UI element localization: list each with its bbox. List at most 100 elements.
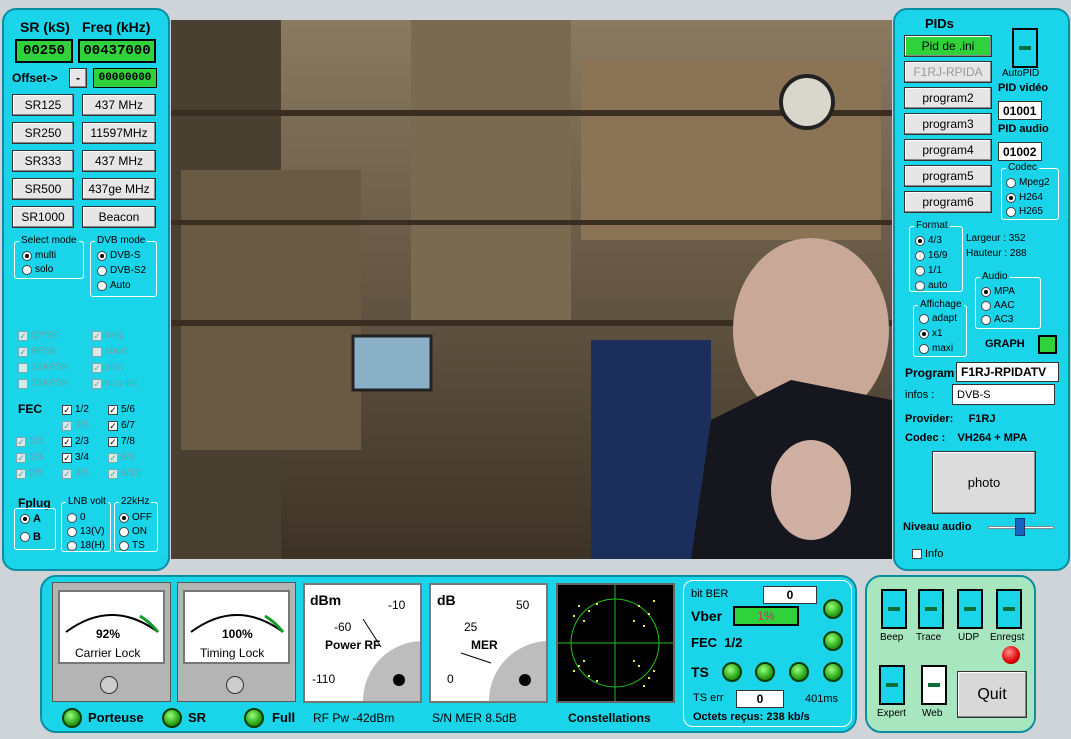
sr125-button[interactable]: SR125 [12, 94, 74, 116]
22khz-off[interactable]: OFF [119, 512, 152, 523]
fplug-a[interactable]: A [20, 513, 41, 525]
frame-long[interactable]: ✓ long [92, 330, 124, 341]
program-label: Program [905, 366, 955, 380]
dvb-mode-auto[interactable]: Auto [97, 280, 131, 291]
pid-video-input[interactable]: 01001 [998, 101, 1042, 120]
pid-audio-input[interactable]: 01002 [998, 142, 1042, 161]
fec-2-5[interactable]: ✓ 2/5 [16, 468, 43, 479]
expert-label: Expert [877, 708, 906, 719]
beacon-button[interactable]: Beacon [82, 206, 156, 228]
fec-4-5[interactable]: ✓ 4/5 [62, 468, 89, 479]
sr333-button[interactable]: SR333 [12, 150, 74, 172]
fec-1-3[interactable]: ✓ 1/3 [16, 452, 43, 463]
frame-short[interactable]: short [92, 346, 127, 357]
audio-ac3[interactable]: AC3 [981, 314, 1013, 325]
fplug-b[interactable]: B [20, 531, 41, 543]
lnb-0[interactable]: 0 [67, 512, 86, 523]
format-1-1[interactable]: 1/1 [915, 265, 942, 276]
codec-mpeg2[interactable]: Mpeg2 [1006, 177, 1050, 188]
timing-knob-icon[interactable] [226, 676, 244, 694]
mod-32apsk[interactable]: 32APSK [18, 378, 69, 389]
pid-audio-label: PID audio [998, 123, 1049, 135]
infos-input[interactable]: DVB-S [952, 384, 1055, 405]
format-16-9[interactable]: 16/9 [915, 250, 947, 261]
freq-preset-4-button[interactable]: 437ge MHz [82, 178, 156, 200]
power-unit: dBm [310, 592, 342, 608]
f1rj-rpida-button[interactable]: F1RJ-RPIDA [904, 61, 992, 83]
beep-toggle[interactable] [881, 589, 907, 629]
sr1000-button[interactable]: SR1000 [12, 206, 74, 228]
offset-display[interactable]: 00000000 [93, 68, 157, 88]
affichage-x1[interactable]: x1 [919, 328, 943, 339]
freq-display[interactable]: 00437000 [78, 39, 156, 63]
pids-title: PIDs [925, 16, 954, 31]
format-4-3[interactable]: 4/3 [915, 235, 942, 246]
graph-toggle[interactable] [1038, 335, 1057, 354]
mod-16apsk[interactable]: 16APSK [18, 362, 69, 373]
sr250-button[interactable]: SR250 [12, 122, 74, 144]
mod-qpsk[interactable]: ✓ QPSK [18, 330, 59, 341]
lnb-18h[interactable]: 18(H) [67, 540, 105, 551]
mod-8psk[interactable]: ✓ 8PSK [18, 346, 57, 357]
fec-8-9[interactable]: ✓ 8/9 [108, 452, 135, 463]
trace-label: Trace [916, 632, 942, 643]
carrier-knob-icon[interactable] [100, 676, 118, 694]
pid-ini-button[interactable]: Pid de .ini [904, 35, 992, 57]
audio-slider-thumb[interactable] [1015, 518, 1025, 536]
trace-toggle[interactable] [918, 589, 944, 629]
fec-3-4[interactable]: ✓ 3/4 [62, 452, 89, 463]
dvb-mode-s[interactable]: DVB-S [97, 250, 141, 261]
format-auto[interactable]: auto [915, 280, 947, 291]
codec-h264[interactable]: H264 [1006, 192, 1043, 203]
audio-aac[interactable]: AAC [981, 300, 1015, 311]
fec-7-8[interactable]: ✓ 7/8 [108, 436, 135, 447]
freq-preset-1-button[interactable]: 437 MHz [82, 94, 156, 116]
sr500-button[interactable]: SR500 [12, 178, 74, 200]
web-toggle[interactable] [921, 665, 947, 705]
ts-label: TS [691, 664, 709, 680]
fec-3-5[interactable]: ✓ 3/5 [62, 420, 89, 431]
freq-preset-3-button[interactable]: 437 MHz [82, 150, 156, 172]
enregst-toggle[interactable] [996, 589, 1022, 629]
program2-button[interactable]: program2 [904, 87, 992, 109]
offset-minus-button[interactable]: - [69, 68, 87, 88]
udp-toggle[interactable] [957, 589, 983, 629]
affichage-adapt[interactable]: adapt [919, 313, 957, 324]
ts-err-value: 0 [736, 690, 784, 708]
freq-preset-2-button[interactable]: 11597MHz [82, 122, 156, 144]
frame-no-pilot[interactable]: ✓ no pilot [92, 378, 137, 389]
power-tick-1: -10 [388, 598, 406, 612]
fec-2-3[interactable]: ✓ 2/3 [62, 436, 89, 447]
sr-display[interactable]: 00250 [15, 39, 73, 63]
fec-5-6[interactable]: ✓ 5/6 [108, 404, 135, 415]
affichage-maxi[interactable]: maxi [919, 343, 953, 354]
program6-button[interactable]: program6 [904, 191, 992, 213]
fec-6-7[interactable]: ✓ 6/7 [108, 420, 135, 431]
fec-1-2[interactable]: ✓ 1/2 [62, 404, 89, 415]
codec-h265[interactable]: H265 [1006, 206, 1043, 217]
program3-button[interactable]: program3 [904, 113, 992, 135]
fec-1-4[interactable]: ✓ 1/4 [16, 436, 43, 447]
select-mode-title: Select mode [19, 235, 79, 246]
22khz-on[interactable]: ON [119, 526, 147, 537]
carrier-label: Carrier Lock [75, 646, 141, 660]
pid-video-label: PID vidéo [998, 82, 1049, 94]
lnb-13v[interactable]: 13(V) [67, 526, 104, 537]
frame-pilot[interactable]: ✓ pilot [92, 362, 123, 373]
22khz-ts[interactable]: TS [119, 540, 145, 551]
photo-button[interactable]: photo [932, 451, 1036, 514]
dvb-mode-s2[interactable]: DVB-S2 [97, 265, 146, 276]
select-mode-multi[interactable]: multi [22, 250, 56, 261]
info-checkbox[interactable]: Info [912, 548, 943, 560]
expert-toggle[interactable] [879, 665, 905, 705]
quit-button[interactable]: Quit [957, 671, 1027, 718]
record-led [1002, 646, 1020, 664]
autopid-toggle[interactable] [1012, 28, 1038, 68]
program4-button[interactable]: program4 [904, 139, 992, 161]
select-mode-solo[interactable]: solo [22, 264, 53, 275]
power-label: Power RF [325, 638, 381, 652]
program5-button[interactable]: program5 [904, 165, 992, 187]
audio-mpa[interactable]: MPA [981, 286, 1015, 297]
fec-9-10[interactable]: ✓ 9/10 [108, 468, 140, 479]
program-input[interactable]: F1RJ-RPIDATV [956, 362, 1059, 382]
